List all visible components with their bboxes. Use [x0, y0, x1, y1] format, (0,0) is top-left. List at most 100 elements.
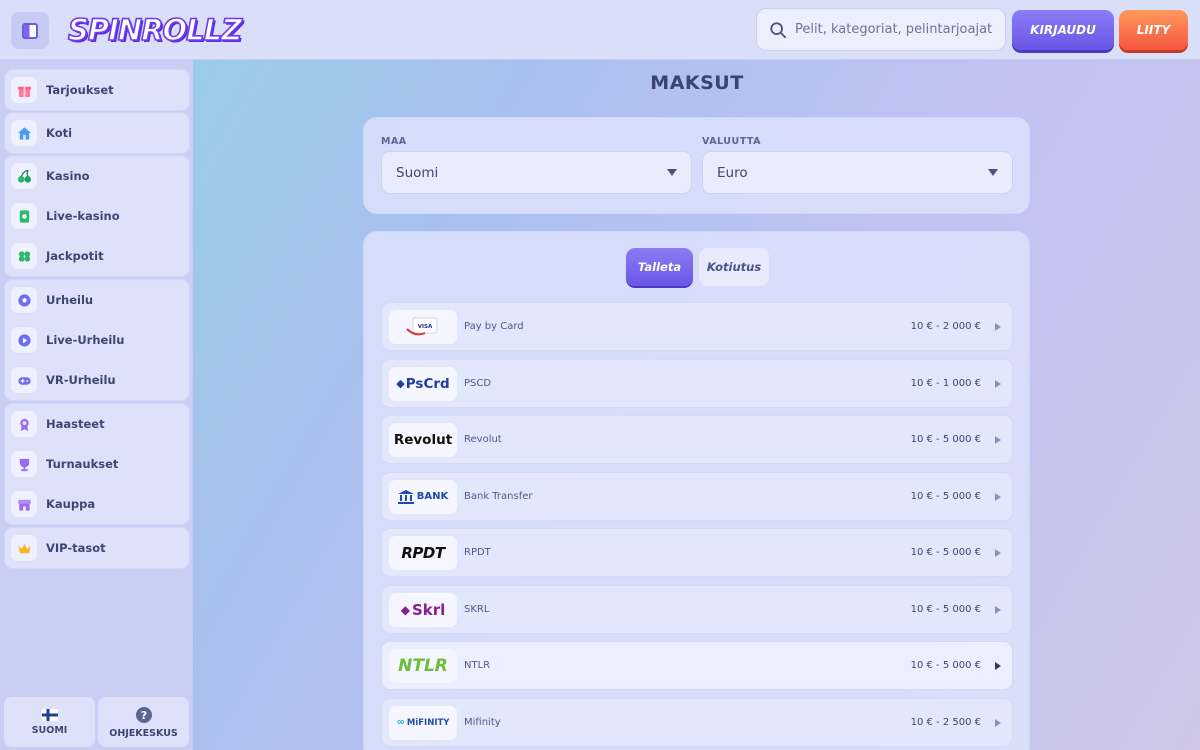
- payment-method-row[interactable]: BANK Bank Transfer 10 € - 5 000 €: [381, 472, 1013, 521]
- country-value: Suomi: [396, 164, 439, 181]
- bank-transfer-logo: BANK: [389, 479, 457, 514]
- country-select[interactable]: Suomi: [381, 151, 692, 194]
- sidebar-item-label: Live-Urheilu: [46, 333, 125, 347]
- pscrd-logo: ◆ PsCrd: [389, 366, 457, 401]
- chevron-right-icon: [995, 492, 1001, 501]
- tab-deposit[interactable]: Talleta: [626, 248, 693, 286]
- sidebar-item-label: Kasino: [46, 169, 90, 183]
- payment-method-row[interactable]: Revolut Revolut 10 € - 5 000 €: [381, 415, 1013, 464]
- sidebar-item-jackpotit[interactable]: Jackpotit: [5, 236, 189, 276]
- sidebar-item-label: Tarjoukset: [46, 83, 114, 97]
- sidebar-item-urheilu[interactable]: Urheilu: [5, 280, 189, 320]
- payment-method-name: Pay by Card: [464, 321, 524, 332]
- sidebar-item-live-urheilu[interactable]: Live-Urheilu: [5, 320, 189, 360]
- sidebar-item-label: Koti: [46, 126, 73, 140]
- gamepad-icon: [11, 367, 37, 393]
- sidebar-item-kauppa[interactable]: Kauppa: [5, 484, 189, 524]
- gift-icon: [11, 77, 37, 103]
- sidebar-item-tarjoukset[interactable]: Tarjoukset: [5, 70, 189, 110]
- sidebar-item-label: Kauppa: [46, 497, 96, 511]
- join-button[interactable]: LIITY: [1119, 10, 1188, 50]
- card-logo: VISA: [389, 309, 457, 344]
- nav-group-home: Koti: [4, 112, 190, 154]
- crown-icon: [11, 535, 37, 561]
- chevron-right-icon: [995, 661, 1001, 670]
- chevron-right-icon: [995, 379, 1001, 388]
- site-logo[interactable]: SPINROLLZ: [67, 11, 243, 49]
- payment-method-name: SKRL: [464, 604, 490, 615]
- sidebar-item-label: Turnaukset: [46, 457, 119, 471]
- search-icon: [770, 21, 787, 38]
- currency-value: Euro: [717, 164, 748, 181]
- revolut-logo: Revolut: [389, 422, 457, 457]
- chevron-right-icon: [995, 718, 1001, 727]
- nav-group-rewards: Haasteet Turnaukset Kauppa: [4, 403, 190, 525]
- language-label: SUOMI: [31, 724, 68, 736]
- search-box[interactable]: [756, 8, 1006, 51]
- ntlr-logo: NTLR: [389, 648, 457, 683]
- chevron-right-icon: [995, 435, 1001, 444]
- payment-method-name: NTLR: [464, 660, 491, 671]
- payment-method-range: 10 € - 2 500 €: [910, 717, 981, 728]
- payment-method-range: 10 € - 5 000 €: [910, 491, 981, 502]
- sidebar-toggle-button[interactable]: [11, 12, 49, 49]
- trophy-icon: [11, 451, 37, 477]
- rpdt-logo: RPDT: [389, 535, 457, 570]
- login-button[interactable]: KIRJAUDU: [1012, 10, 1114, 50]
- sidebar-item-vr-urheilu[interactable]: VR-Urheilu: [5, 360, 189, 400]
- sidebar-item-label: Live-kasino: [46, 209, 120, 223]
- help-icon: ?: [135, 706, 152, 723]
- payment-method-row[interactable]: RPDT RPDT 10 € - 5 000 €: [381, 528, 1013, 577]
- sidebar-toggle-icon: [22, 22, 38, 39]
- nav-group-casino: Kasino Live-kasino Jackpotit: [4, 155, 190, 277]
- sidebar-item-koti[interactable]: Koti: [5, 113, 189, 153]
- filters-panel: MAA Suomi VALUUTTA Euro: [363, 117, 1030, 214]
- search-input[interactable]: [795, 22, 995, 37]
- payment-method-range: 10 € - 5 000 €: [910, 547, 981, 558]
- sidebar-item-haasteet[interactable]: Haasteet: [5, 404, 189, 444]
- chevron-right-icon: [995, 548, 1001, 557]
- nav-group-promotions: Tarjoukset: [4, 69, 190, 111]
- sidebar-item-vip-tasot[interactable]: VIP-tasot: [5, 528, 189, 568]
- payment-method-range: 10 € - 1 000 €: [910, 378, 981, 389]
- payment-method-row[interactable]: ◆ PsCrd PSCD 10 € - 1 000 €: [381, 359, 1013, 408]
- payment-method-row[interactable]: VISA Pay by Card 10 € - 2 000 €: [381, 302, 1013, 351]
- finland-flag-icon: [41, 708, 58, 721]
- payment-method-row[interactable]: ◆ Skrl SKRL 10 € - 5 000 €: [381, 585, 1013, 634]
- card-logo-text: VISA: [418, 324, 433, 330]
- page-title: MAKSUT: [650, 72, 744, 94]
- payment-method-name: Mifinity: [464, 717, 501, 728]
- play-icon: [11, 327, 37, 353]
- payment-method-row[interactable]: NTLR NTLR 10 € - 5 000 €: [381, 641, 1013, 690]
- sidebar-item-turnaukset[interactable]: Turnaukset: [5, 444, 189, 484]
- payment-method-range: 10 € - 5 000 €: [910, 660, 981, 671]
- currency-select[interactable]: Euro: [702, 151, 1013, 194]
- home-icon: [11, 120, 37, 146]
- payment-method-name: Revolut: [464, 434, 502, 445]
- help-center-button[interactable]: ? OHJEKESKUS: [98, 697, 189, 747]
- chevron-down-icon: [988, 169, 998, 176]
- soccer-ball-icon: [11, 287, 37, 313]
- payment-method-range: 10 € - 2 000 €: [910, 321, 981, 332]
- sidebar-item-label: Jackpotit: [46, 249, 104, 263]
- payment-method-row[interactable]: ∞ MiFINITY Mifinity 10 € - 2 500 €: [381, 698, 1013, 747]
- svg-text:?: ?: [140, 709, 146, 722]
- bank-icon: [397, 489, 414, 504]
- sidebar-item-live-kasino[interactable]: Live-kasino: [5, 196, 189, 236]
- mifinity-logo: ∞ MiFINITY: [389, 705, 457, 740]
- help-center-label: OHJEKESKUS: [109, 727, 178, 739]
- country-label: MAA: [381, 136, 407, 147]
- sidebar-item-kasino[interactable]: Kasino: [5, 156, 189, 196]
- clover-icon: [11, 243, 37, 269]
- cherries-icon: [11, 163, 37, 189]
- payment-method-range: 10 € - 5 000 €: [910, 434, 981, 445]
- nav-group-vip: VIP-tasot: [4, 527, 190, 569]
- chevron-right-icon: [995, 605, 1001, 614]
- chevron-right-icon: [995, 322, 1001, 331]
- language-button[interactable]: SUOMI: [4, 697, 95, 747]
- tab-withdrawal[interactable]: Kotiutus: [699, 248, 769, 286]
- sidebar-item-label: Haasteet: [46, 417, 105, 431]
- payment-method-name: RPDT: [464, 547, 491, 558]
- payment-method-range: 10 € - 5 000 €: [910, 604, 981, 615]
- top-bar: SPINROLLZ KIRJAUDU LIITY: [0, 0, 1200, 60]
